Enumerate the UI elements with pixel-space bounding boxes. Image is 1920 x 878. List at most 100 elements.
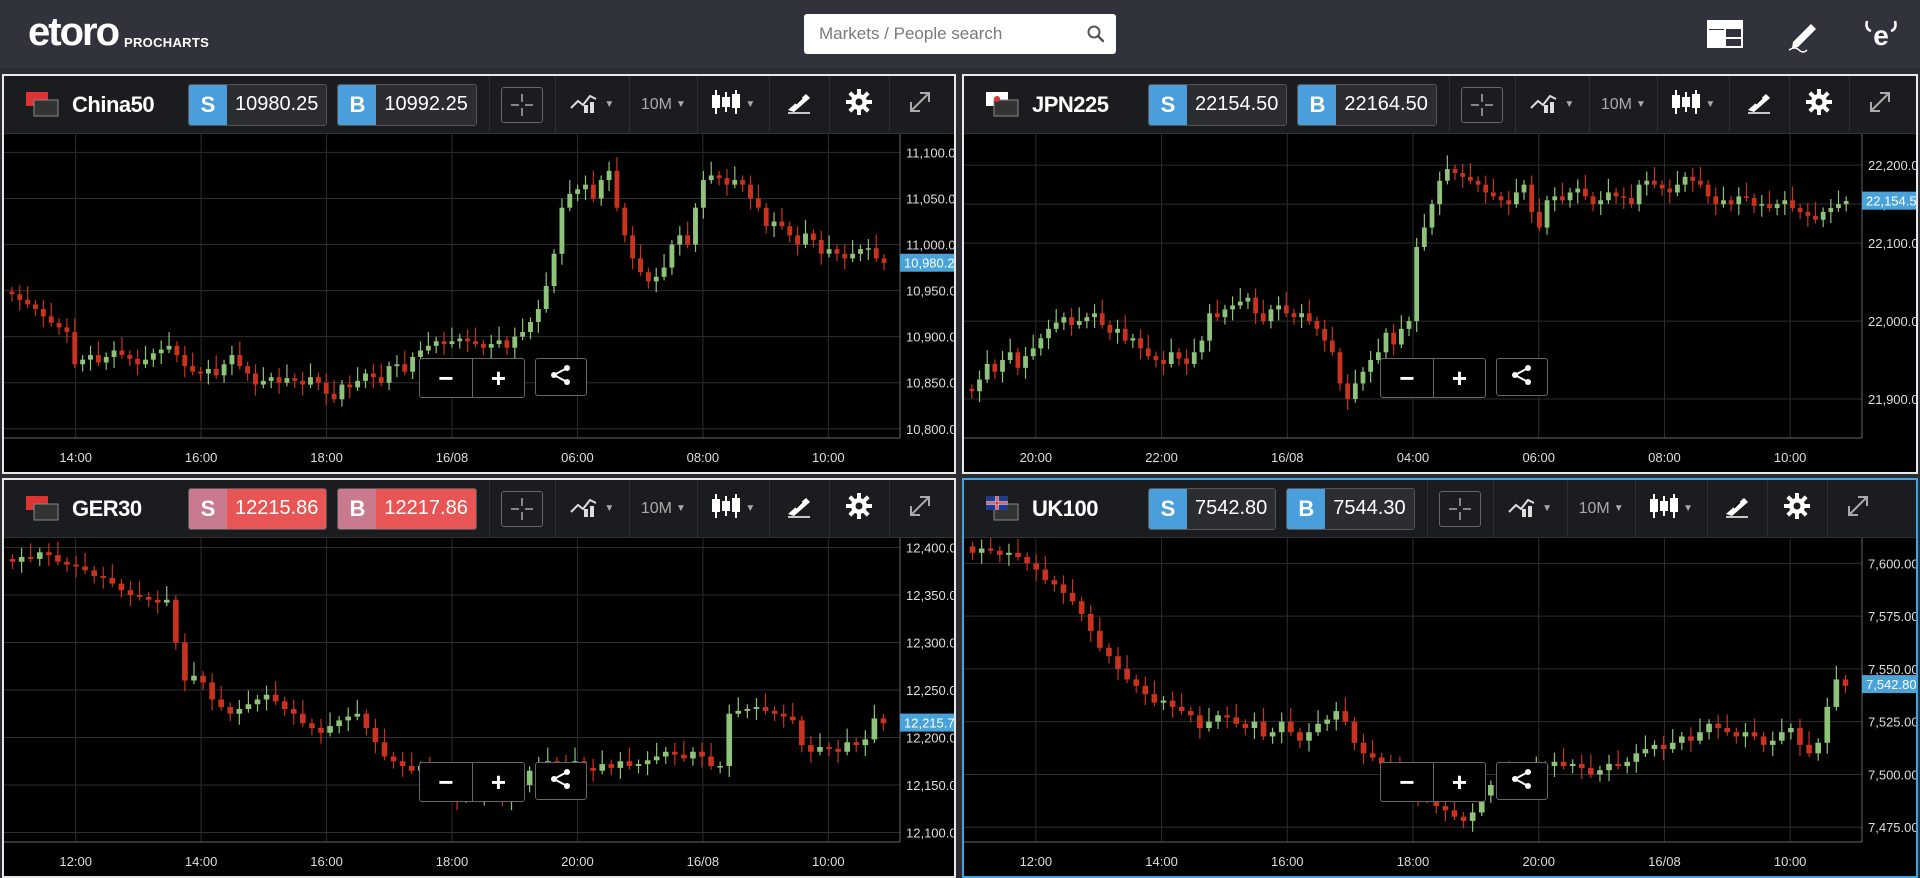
candle bbox=[237, 341, 243, 370]
buy-button[interactable]: B 22164.50 bbox=[1297, 83, 1437, 126]
indicators-button[interactable]: ▼ bbox=[554, 480, 629, 538]
instrument-symbol[interactable]: JPN225 bbox=[1032, 92, 1148, 118]
sell-button[interactable]: S 10980.25 bbox=[188, 83, 328, 126]
candlestick-chart[interactable]: 12,400.0 12,350.0 12,300.0 12,250.0 12,200.0… bbox=[4, 538, 954, 876]
candle bbox=[1615, 750, 1621, 770]
sell-button[interactable]: S 12215.86 bbox=[188, 487, 328, 530]
crosshair-icon bbox=[1461, 86, 1504, 123]
zoom-out-button[interactable]: − bbox=[420, 359, 472, 397]
candle bbox=[370, 364, 376, 389]
zoom-in-button[interactable]: + bbox=[1433, 763, 1485, 801]
share-button[interactable] bbox=[1496, 358, 1548, 396]
candlestick-chart[interactable]: 7,600.00 7,575.00 7,550.007,542.80 7,525.00… bbox=[964, 538, 1916, 876]
candle bbox=[881, 253, 887, 271]
crosshair-button[interactable] bbox=[488, 76, 555, 134]
chart-type-button[interactable]: ▼ bbox=[696, 76, 769, 134]
instrument-symbol[interactable]: UK100 bbox=[1032, 496, 1148, 522]
period-selector[interactable]: 10M ▼ bbox=[628, 76, 697, 134]
chart-type-button[interactable]: ▼ bbox=[1656, 76, 1729, 134]
candle bbox=[290, 699, 297, 725]
sell-label: S bbox=[189, 488, 227, 529]
chart-type-button[interactable]: ▼ bbox=[696, 480, 769, 538]
expand-button[interactable] bbox=[1848, 76, 1911, 134]
chart-panel-uk100[interactable]: UK100 S 7542.80 B 7544.30 ▼ 10M ▼ ▼ 7,60… bbox=[962, 478, 1918, 878]
draw-tools-button[interactable] bbox=[768, 76, 829, 134]
candlestick-chart[interactable]: 11,100.00 11,050.00 11,000.00 10,950.00 10,9… bbox=[4, 134, 954, 472]
zoom-out-button[interactable]: − bbox=[1381, 359, 1433, 397]
zoom-in-button[interactable]: + bbox=[472, 763, 524, 801]
etoro-profile-icon[interactable]: e bbox=[1842, 0, 1920, 68]
period-selector[interactable]: 10M ▼ bbox=[1588, 76, 1657, 134]
indicators-button[interactable]: ▼ bbox=[554, 76, 629, 134]
candle bbox=[1790, 186, 1795, 212]
buy-button[interactable]: B 7544.30 bbox=[1286, 487, 1415, 530]
candle bbox=[1744, 182, 1749, 202]
current-price-label: 7,542.80 bbox=[1866, 677, 1916, 692]
candle bbox=[488, 334, 494, 359]
layout-icon[interactable] bbox=[1686, 0, 1764, 68]
candle bbox=[154, 590, 161, 614]
expand-button[interactable] bbox=[888, 76, 951, 134]
candle bbox=[158, 340, 164, 365]
etoro-logo[interactable]: etoro PROCHARTS bbox=[28, 12, 209, 52]
x-tick-label: 06:00 bbox=[1522, 450, 1555, 465]
sell-button[interactable]: S 7542.80 bbox=[1148, 487, 1277, 530]
sell-button[interactable]: S 22154.50 bbox=[1148, 83, 1288, 126]
draw-tools-button[interactable] bbox=[1706, 480, 1767, 538]
y-tick-label: 22,000.0 bbox=[1868, 314, 1916, 329]
candle bbox=[1076, 307, 1082, 329]
candle bbox=[724, 169, 730, 196]
expand-button[interactable] bbox=[1826, 480, 1889, 538]
zoom-out-button[interactable]: − bbox=[1381, 763, 1433, 801]
candle bbox=[528, 317, 533, 340]
period-selector[interactable]: 10M ▼ bbox=[1566, 480, 1635, 538]
candle bbox=[1260, 299, 1266, 325]
share-button[interactable] bbox=[535, 358, 587, 396]
candle bbox=[300, 371, 306, 396]
settings-button[interactable] bbox=[1766, 480, 1827, 538]
candle bbox=[716, 170, 722, 186]
candle bbox=[1051, 575, 1058, 592]
crosshair-button[interactable] bbox=[1426, 480, 1493, 538]
candle bbox=[699, 742, 705, 768]
crosshair-button[interactable] bbox=[488, 480, 555, 538]
sell-label: S bbox=[1149, 488, 1187, 529]
candlestick-chart[interactable]: 22,200.022,150.022,100.022,000.021,900.0… bbox=[964, 134, 1916, 472]
period-selector[interactable]: 10M ▼ bbox=[628, 480, 697, 538]
settings-button[interactable] bbox=[1788, 76, 1849, 134]
instrument-symbol[interactable]: GER30 bbox=[72, 496, 188, 522]
candle bbox=[771, 706, 778, 722]
candle bbox=[865, 239, 871, 261]
search-icon[interactable] bbox=[1076, 14, 1116, 54]
candle bbox=[347, 375, 353, 399]
expand-button[interactable] bbox=[888, 480, 951, 538]
buy-button[interactable]: B 10992.25 bbox=[337, 83, 477, 126]
candle bbox=[1733, 727, 1740, 744]
crosshair-button[interactable] bbox=[1448, 76, 1515, 134]
y-tick-label: 7,475.00 bbox=[1868, 820, 1916, 835]
indicators-button[interactable]: ▼ bbox=[1514, 76, 1589, 134]
candle bbox=[803, 219, 808, 249]
chart-panel-ger30[interactable]: GER30 S 12215.86 B 12217.86 ▼ 10M ▼ ▼ 12… bbox=[2, 478, 956, 878]
draw-tools-button[interactable] bbox=[768, 480, 829, 538]
share-button[interactable] bbox=[1496, 762, 1548, 800]
draw-tools-button[interactable] bbox=[1728, 76, 1789, 134]
chart-type-button[interactable]: ▼ bbox=[1634, 480, 1707, 538]
zoom-in-button[interactable]: + bbox=[1433, 359, 1485, 397]
chart-panel-jpn225[interactable]: JPN225 S 22154.50 B 22164.50 ▼ 10M ▼ ▼ 2… bbox=[962, 74, 1918, 474]
chart-panel-china50[interactable]: China50 S 10980.25 B 10992.25 ▼ 10M ▼ ▼ … bbox=[2, 74, 956, 474]
search-input[interactable] bbox=[804, 14, 1076, 54]
indicators-button[interactable]: ▼ bbox=[1492, 480, 1567, 538]
share-button[interactable] bbox=[535, 762, 587, 800]
candle bbox=[100, 566, 107, 589]
settings-button[interactable] bbox=[828, 76, 889, 134]
instrument-symbol[interactable]: China50 bbox=[72, 92, 188, 118]
pencil-icon[interactable] bbox=[1764, 0, 1842, 68]
buy-button[interactable]: B 12217.86 bbox=[337, 487, 477, 530]
candle bbox=[1269, 727, 1276, 744]
settings-button[interactable] bbox=[828, 480, 889, 538]
candle bbox=[1751, 193, 1757, 214]
candle bbox=[1452, 164, 1458, 181]
zoom-out-button[interactable]: − bbox=[420, 763, 472, 801]
zoom-in-button[interactable]: + bbox=[472, 359, 524, 397]
